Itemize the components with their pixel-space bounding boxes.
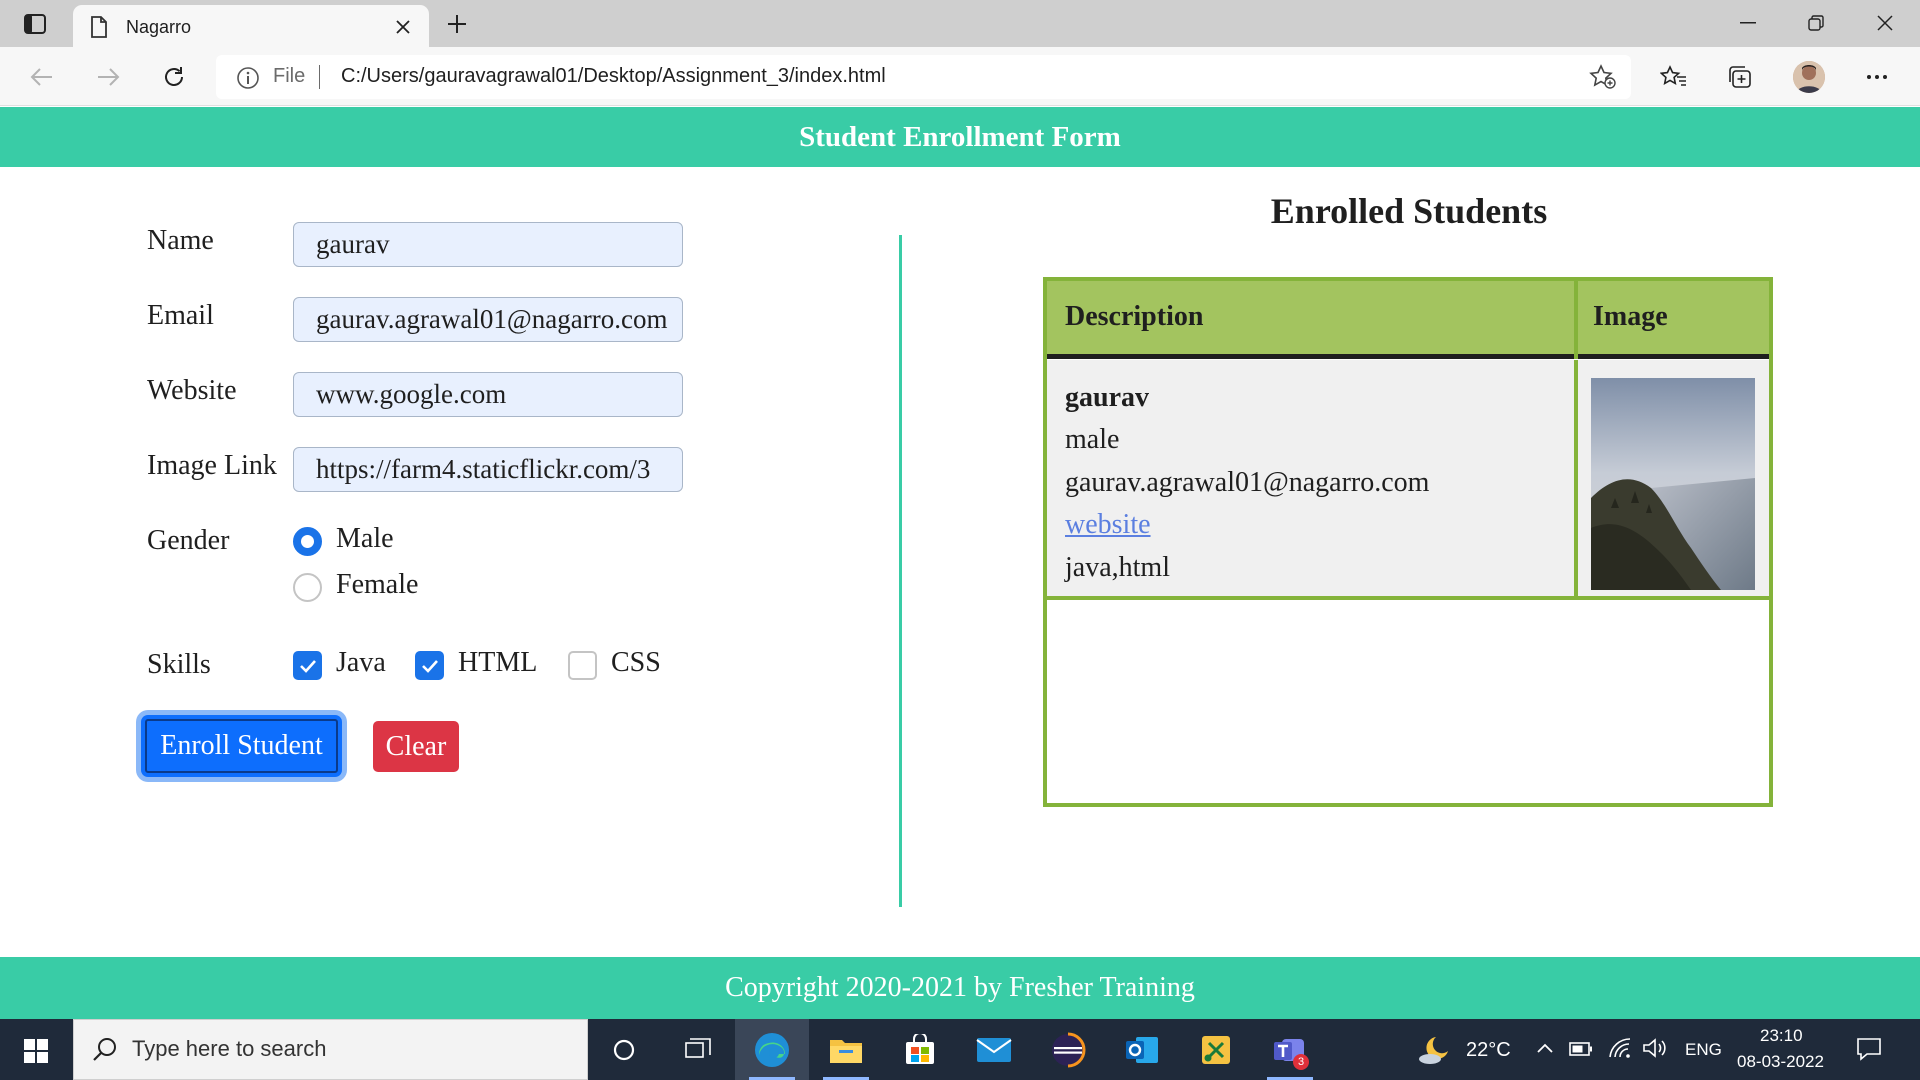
- new-tab-plus-icon[interactable]: [442, 9, 472, 39]
- tab-title: Nagarro: [126, 17, 192, 37]
- weather-moon-icon[interactable]: [1418, 1033, 1452, 1070]
- windows-start-icon[interactable]: [14, 1033, 58, 1069]
- gender-label: Gender: [147, 525, 230, 556]
- student-skills: java,html: [1065, 552, 1170, 583]
- more-options-icon[interactable]: [1857, 59, 1897, 95]
- forward-arrow-icon[interactable]: [90, 59, 126, 95]
- table-row: gaurav male gaurav.agrawal01@nagarro.com…: [1047, 360, 1769, 600]
- column-header-image: Image: [1593, 301, 1668, 332]
- wifi-icon[interactable]: [1608, 1037, 1632, 1064]
- column-divider: [1574, 281, 1578, 359]
- add-favorite-star-icon[interactable]: [1589, 64, 1617, 95]
- taskbar-search-box[interactable]: Type here to search: [73, 1019, 588, 1080]
- favorites-icon[interactable]: [1654, 59, 1694, 95]
- page-header: Student Enrollment Form: [0, 107, 1920, 167]
- outlook-icon[interactable]: [1105, 1019, 1179, 1080]
- windows-taskbar: Type here to search 3 22°C ENG 23:10 08-…: [0, 1019, 1920, 1080]
- skill-java-label[interactable]: Java: [336, 647, 386, 679]
- minimize-icon[interactable]: [1725, 8, 1771, 38]
- address-url-text[interactable]: C:/Users/gauravagrawal01/Desktop/Assignm…: [341, 65, 886, 88]
- skills-label: Skills: [147, 649, 211, 680]
- refresh-icon[interactable]: [156, 59, 192, 95]
- address-separator: [319, 65, 320, 89]
- search-placeholder: Type here to search: [132, 1036, 327, 1061]
- name-label: Name: [147, 225, 214, 256]
- clock-time[interactable]: 23:10: [1760, 1026, 1803, 1046]
- close-window-icon[interactable]: [1862, 8, 1908, 38]
- microsoft-store-icon[interactable]: [883, 1019, 957, 1080]
- column-divider: [1574, 360, 1578, 600]
- enrolled-students-table: Description Image gaurav male gaurav.agr…: [1043, 277, 1773, 807]
- gender-female-label[interactable]: Female: [336, 569, 418, 601]
- student-email: gaurav.agrawal01@nagarro.com: [1065, 467, 1430, 498]
- input-language[interactable]: ENG: [1685, 1040, 1722, 1060]
- browser-tab-bar: Nagarro: [0, 0, 1920, 48]
- image-link-input[interactable]: https://farm4.staticflickr.com/3: [293, 447, 683, 492]
- profile-avatar[interactable]: [1793, 61, 1825, 93]
- page-footer: Copyright 2020-2021 by Fresher Training: [0, 957, 1920, 1019]
- restore-icon[interactable]: [1793, 8, 1839, 38]
- image-link-label: Image Link: [147, 450, 277, 481]
- show-hidden-icons-chevron-icon[interactable]: [1536, 1041, 1554, 1059]
- gender-female-radio[interactable]: [293, 573, 322, 602]
- task-view-icon[interactable]: [661, 1019, 735, 1080]
- skill-html-label[interactable]: HTML: [458, 647, 537, 679]
- student-name: gaurav: [1065, 382, 1149, 413]
- enroll-student-button[interactable]: Enroll Student: [141, 715, 342, 777]
- clear-button[interactable]: Clear: [373, 721, 459, 772]
- clock-date[interactable]: 08-03-2022: [1737, 1052, 1824, 1072]
- name-input[interactable]: gaurav: [293, 222, 683, 267]
- address-scheme-label: File: [273, 65, 306, 87]
- skill-html-checkbox[interactable]: [415, 651, 444, 680]
- skill-css-checkbox[interactable]: [568, 651, 597, 680]
- student-website-link[interactable]: website: [1065, 509, 1151, 541]
- address-bar[interactable]: File C:/Users/gauravagrawal01/Desktop/As…: [216, 55, 1631, 99]
- teams-notification-badge: 3: [1293, 1054, 1309, 1070]
- gender-male-label[interactable]: Male: [336, 523, 394, 555]
- mail-icon[interactable]: [957, 1019, 1031, 1080]
- volume-icon[interactable]: [1642, 1037, 1668, 1064]
- enrolled-students-title: Enrolled Students: [1270, 191, 1548, 231]
- back-arrow-icon[interactable]: [24, 59, 60, 95]
- student-gender: male: [1065, 424, 1120, 455]
- checkmark-icon: [299, 659, 316, 673]
- enrollment-form: Name gaurav Email gaurav.agrawal01@nagar…: [0, 167, 900, 957]
- teams-icon[interactable]: 3: [1253, 1019, 1327, 1080]
- skill-java-checkbox[interactable]: [293, 651, 322, 680]
- section-divider: [899, 235, 902, 907]
- browser-tab-active[interactable]: Nagarro: [73, 5, 429, 48]
- close-tab-icon[interactable]: [393, 17, 413, 37]
- website-label: Website: [147, 375, 237, 406]
- email-label: Email: [147, 300, 214, 331]
- browser-toolbar: File C:/Users/gauravagrawal01/Desktop/As…: [0, 47, 1920, 106]
- table-header: Description Image: [1047, 281, 1769, 359]
- edge-browser-icon[interactable]: [735, 1019, 809, 1080]
- page-title: Student Enrollment Form: [799, 120, 1121, 153]
- gender-male-radio[interactable]: [293, 527, 322, 556]
- snipping-tool-icon[interactable]: [1179, 1019, 1253, 1080]
- battery-icon[interactable]: [1569, 1041, 1593, 1062]
- tab-actions-icon[interactable]: [20, 10, 50, 38]
- copyright-text: Copyright 2020-2021 by Fresher Training: [725, 972, 1195, 1003]
- search-icon: [92, 1036, 118, 1067]
- eclipse-icon[interactable]: [1031, 1019, 1105, 1080]
- notifications-icon[interactable]: [1856, 1037, 1882, 1066]
- page-icon: [90, 16, 108, 43]
- cortana-icon[interactable]: [587, 1019, 661, 1080]
- info-icon[interactable]: [236, 66, 260, 95]
- website-input[interactable]: www.google.com: [293, 372, 683, 417]
- email-input[interactable]: gaurav.agrawal01@nagarro.com: [293, 297, 683, 342]
- checkmark-icon: [421, 659, 438, 673]
- student-photo: [1591, 378, 1755, 590]
- column-header-description: Description: [1065, 301, 1204, 332]
- skill-css-label[interactable]: CSS: [611, 647, 661, 679]
- collections-icon[interactable]: [1720, 59, 1760, 95]
- file-explorer-icon[interactable]: [809, 1019, 883, 1080]
- weather-temperature[interactable]: 22°C: [1466, 1039, 1511, 1062]
